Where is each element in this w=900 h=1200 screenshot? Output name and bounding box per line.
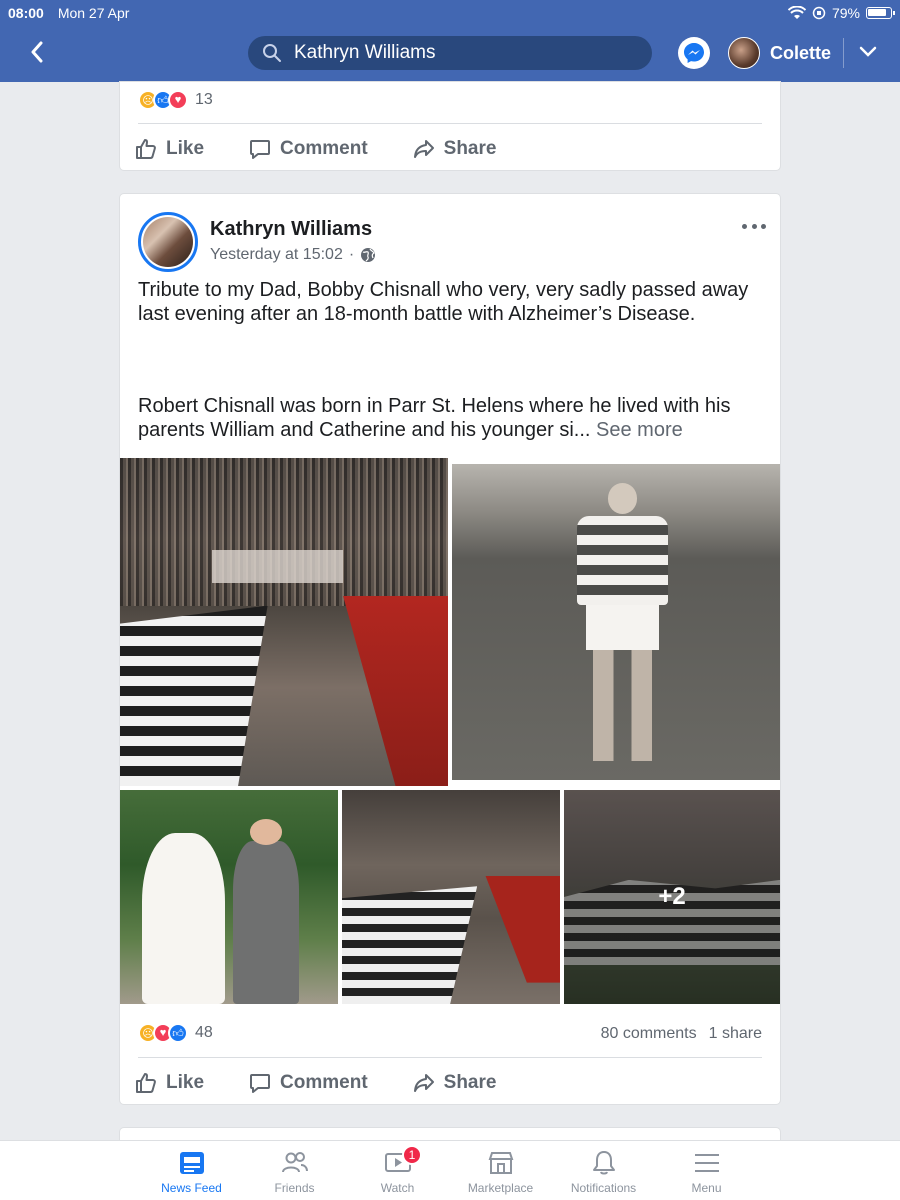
reaction-count: 13 bbox=[195, 91, 213, 108]
reaction-summary[interactable]: ☹ 👍︎ ♥ 13 bbox=[138, 90, 213, 110]
photo-player-portrait[interactable] bbox=[452, 464, 780, 780]
tab-label: Watch bbox=[380, 1181, 415, 1195]
share-button[interactable]: Share bbox=[412, 1071, 497, 1095]
tab-watch[interactable]: 1 Watch bbox=[346, 1141, 449, 1195]
reaction-count: 48 bbox=[195, 1024, 213, 1041]
globe-icon bbox=[361, 248, 376, 262]
divider bbox=[138, 123, 762, 124]
friends-icon bbox=[281, 1152, 308, 1173]
back-button[interactable] bbox=[22, 36, 52, 68]
search-input[interactable]: Kathryn Williams bbox=[248, 36, 652, 70]
battery-icon bbox=[866, 7, 895, 19]
tab-label: Notifications bbox=[570, 1181, 637, 1195]
like-button[interactable]: Like bbox=[134, 1071, 204, 1095]
search-icon bbox=[263, 44, 281, 62]
post-paragraph-2: Robert Chisnall was born in Parr St. Hel… bbox=[138, 394, 754, 442]
tab-label: Marketplace bbox=[467, 1181, 534, 1195]
tab-label: Friends bbox=[274, 1181, 315, 1195]
more-photos-count: +2 bbox=[658, 883, 686, 910]
share-button[interactable]: Share bbox=[412, 137, 497, 161]
user-name[interactable]: Colette bbox=[770, 43, 831, 64]
status-bar: 08:00 Mon 27 Apr 79% bbox=[8, 4, 895, 22]
tab-label: Menu bbox=[691, 1181, 722, 1195]
like-label: Like bbox=[166, 1072, 205, 1093]
thumbs-up-icon bbox=[136, 1073, 156, 1093]
tab-marketplace[interactable]: Marketplace bbox=[449, 1141, 552, 1195]
bell-icon bbox=[592, 1151, 615, 1175]
post-meta: Yesterday at 15:02 · bbox=[210, 246, 376, 264]
previous-post-card: ☹ 👍︎ ♥ 13 Like Comment Share bbox=[120, 82, 780, 170]
chevron-left-icon bbox=[31, 41, 43, 63]
comment-label: Comment bbox=[280, 1072, 368, 1093]
top-bar: 08:00 Mon 27 Apr 79% Kathryn Williams Co… bbox=[0, 0, 900, 82]
messenger-button[interactable] bbox=[678, 37, 710, 69]
share-icon bbox=[413, 1074, 434, 1092]
tab-menu[interactable]: Menu bbox=[655, 1141, 758, 1195]
share-label: Share bbox=[443, 138, 497, 159]
like-label: Like bbox=[166, 138, 205, 159]
post-actions: Like Comment Share bbox=[134, 1066, 766, 1100]
watch-badge: 1 bbox=[402, 1145, 422, 1165]
tab-news-feed[interactable]: News Feed bbox=[140, 1141, 243, 1195]
tab-label: News Feed bbox=[161, 1181, 222, 1195]
photo-wedding[interactable] bbox=[120, 790, 338, 1004]
comment-icon bbox=[250, 1074, 271, 1093]
see-more-link[interactable]: See more bbox=[596, 419, 683, 441]
like-reaction-icon: 👍︎ bbox=[168, 1023, 188, 1043]
post-paragraph-1: Tribute to my Dad, Bobby Chisnall who ve… bbox=[138, 279, 749, 325]
post-stats: 80 comments 1 share bbox=[601, 1025, 762, 1043]
search-query: Kathryn Williams bbox=[294, 42, 436, 63]
status-date: Mon 27 Apr bbox=[57, 5, 130, 21]
reaction-summary[interactable]: ☹ ♥ 👍︎ 48 bbox=[138, 1023, 213, 1043]
comment-label: Comment bbox=[280, 138, 368, 159]
bottom-tab-bar: News Feed Friends 1 Watch Marketplace No… bbox=[0, 1140, 900, 1200]
author-avatar[interactable] bbox=[138, 212, 198, 272]
wifi-icon bbox=[787, 6, 806, 19]
divider bbox=[138, 1057, 762, 1058]
comment-button[interactable]: Comment bbox=[248, 1071, 368, 1095]
photo-teams-walking-out-2[interactable] bbox=[342, 790, 560, 1004]
orientation-lock-icon bbox=[812, 6, 826, 20]
post-actions: Like Comment Share bbox=[134, 132, 766, 166]
post-card: Kathryn Williams Yesterday at 15:02 · Tr… bbox=[120, 194, 780, 1104]
post-timestamp[interactable]: Yesterday at 15:02 bbox=[210, 246, 343, 264]
marketplace-icon bbox=[488, 1152, 513, 1174]
status-time: 08:00 bbox=[8, 5, 44, 21]
photo-teams-walking-out[interactable] bbox=[120, 458, 448, 786]
meta-separator: · bbox=[348, 246, 355, 263]
thumbs-up-icon bbox=[136, 139, 156, 159]
tab-friends[interactable]: Friends bbox=[243, 1141, 346, 1195]
share-label: Share bbox=[443, 1072, 497, 1093]
battery-percent: 79% bbox=[831, 5, 860, 21]
chevron-down-icon bbox=[859, 46, 877, 57]
news-feed-icon bbox=[179, 1152, 204, 1174]
account-menu-button[interactable] bbox=[856, 40, 880, 64]
photo-grid: +2 bbox=[120, 456, 780, 1004]
share-icon bbox=[413, 140, 434, 158]
love-reaction-icon: ♥ bbox=[168, 90, 188, 110]
comment-count[interactable]: 80 comments bbox=[601, 1025, 697, 1043]
header-divider bbox=[843, 38, 844, 68]
tab-notifications[interactable]: Notifications bbox=[552, 1141, 655, 1195]
hamburger-icon bbox=[694, 1154, 719, 1172]
share-count[interactable]: 1 share bbox=[709, 1025, 762, 1043]
comment-button[interactable]: Comment bbox=[248, 137, 368, 161]
user-avatar[interactable] bbox=[728, 37, 760, 69]
post-options-button[interactable] bbox=[742, 218, 766, 234]
like-button[interactable]: Like bbox=[134, 137, 204, 161]
photo-more[interactable]: +2 bbox=[564, 790, 780, 1004]
comment-icon bbox=[250, 140, 271, 159]
author-name[interactable]: Kathryn Williams bbox=[210, 218, 372, 241]
messenger-icon bbox=[684, 43, 704, 63]
